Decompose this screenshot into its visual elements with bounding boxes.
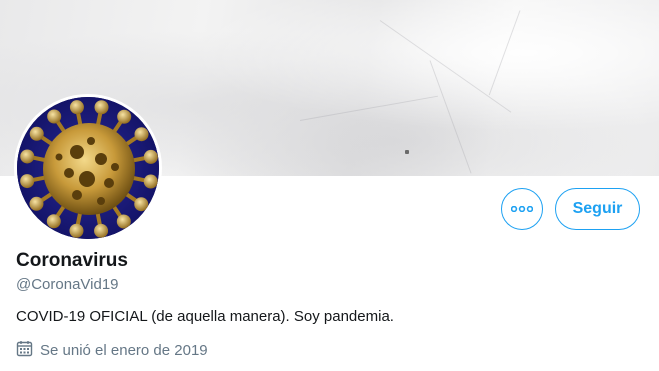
more-dots-icon	[511, 206, 533, 212]
avatar[interactable]	[14, 94, 162, 242]
join-date: Se unió el enero de 2019	[16, 340, 208, 361]
profile-bio: COVID-19 OFICIAL (de aquella manera). So…	[16, 308, 394, 325]
follow-button[interactable]: Seguir	[555, 188, 640, 230]
calendar-icon	[16, 340, 33, 361]
more-options-button[interactable]	[501, 188, 543, 230]
user-handle: @CoronaVid19	[16, 276, 119, 293]
join-date-text: Se unió el enero de 2019	[40, 342, 208, 359]
display-name: Coronavirus	[16, 250, 128, 271]
profile-header: Seguir Coronavirus @CoronaVid19 COVID-19…	[0, 0, 659, 371]
